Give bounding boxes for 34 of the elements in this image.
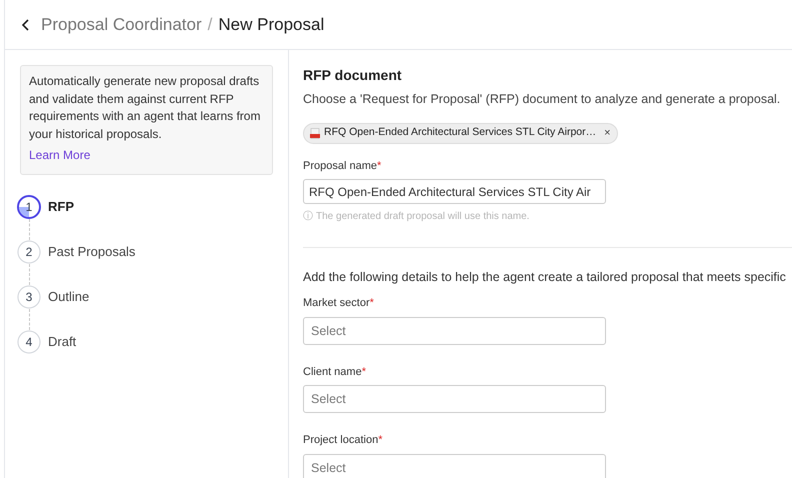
- back-icon[interactable]: [21, 18, 31, 30]
- required-asterisk: *: [362, 364, 366, 380]
- field-label: Client name: [303, 364, 362, 380]
- pdf-file-icon: [310, 128, 320, 139]
- page-title: New Proposal: [218, 14, 324, 36]
- required-asterisk: *: [378, 433, 382, 448]
- section-title: RFP document: [303, 66, 403, 85]
- required-asterisk: *: [377, 158, 382, 174]
- required-asterisk: *: [370, 296, 374, 311]
- section-description: Choose a 'Request for Proposal' (RFP) document to analyze and generate a proposal.: [303, 91, 782, 108]
- step-label[interactable]: RFP: [48, 197, 74, 217]
- select-field[interactable]: Select: [303, 454, 606, 478]
- breadcrumb-link[interactable]: Proposal Coordinator: [41, 12, 202, 38]
- step-label[interactable]: Past Proposals: [48, 242, 136, 262]
- field-label: Market sector: [303, 296, 370, 311]
- info-icon: ⓘ: [303, 209, 313, 224]
- step-number: 2: [26, 245, 32, 259]
- breadcrumb-separator: /: [208, 14, 212, 36]
- step-number: 1: [26, 200, 32, 214]
- field-label: Project location: [303, 433, 378, 448]
- field-label: Proposal name: [303, 158, 377, 174]
- select-field[interactable]: Select: [303, 385, 606, 413]
- step-number: 4: [26, 335, 32, 349]
- info-text: Automatically generate new proposal drafts and validate them against current RFP requirements with an agent that learns from your historical proposals.: [29, 73, 262, 142]
- step-label[interactable]: Outline: [48, 287, 90, 307]
- details-intro: Add the following details to help the agent create a tailored proposal that meets specific: [303, 269, 787, 286]
- proposal-name-field[interactable]: RFQ Open-Ended Architectural Services STL City Air: [303, 179, 606, 204]
- field-hint: The generated draft proposal will use this name.: [316, 210, 530, 224]
- step-label[interactable]: Draft: [48, 332, 76, 352]
- step-number: 3: [26, 290, 32, 304]
- select-field[interactable]: Select: [303, 316, 606, 344]
- learn-more-link[interactable]: Learn More: [29, 148, 90, 162]
- file-name: RFQ Open-Ended Architectural Services STL City Airpor…: [324, 125, 596, 140]
- remove-file-button[interactable]: ×: [604, 128, 611, 139]
